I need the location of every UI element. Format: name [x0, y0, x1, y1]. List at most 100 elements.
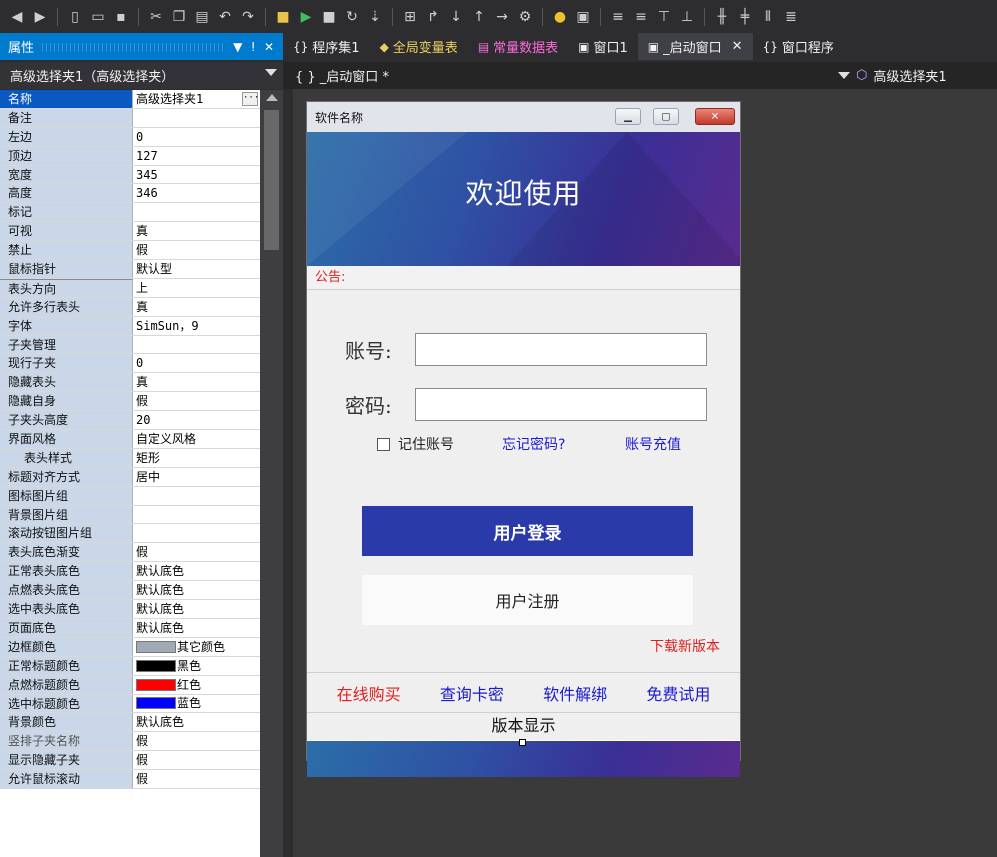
property-value[interactable]: 假	[133, 751, 260, 769]
property-value[interactable]: 0	[133, 128, 260, 146]
forgot-password-link[interactable]: 忘记密码?	[502, 434, 565, 454]
space-v-icon[interactable]: ≣	[782, 8, 800, 26]
back-icon[interactable]: ◀	[8, 8, 26, 26]
property-row[interactable]: 背景颜色 默认底色	[0, 713, 260, 733]
close-icon[interactable]: ✕	[732, 39, 743, 54]
new-icon[interactable]: ▯	[66, 8, 84, 26]
save-icon[interactable]: ▪	[112, 8, 130, 26]
designed-window[interactable]: 软件名称 ▁ ▢ ✕ 欢迎使用 公告: 账号: 密码: 记住账号 忘记密码? 账…	[306, 101, 741, 777]
window-icon[interactable]: ▣	[574, 8, 592, 26]
property-value[interactable]: 默认底色	[133, 619, 260, 637]
property-value[interactable]: 假	[133, 392, 260, 410]
property-row[interactable]: 子夹头高度 20	[0, 411, 260, 431]
property-value[interactable]: 假	[133, 732, 260, 750]
property-value[interactable]: 蓝色	[133, 695, 260, 713]
close-icon[interactable]: ✕	[264, 40, 274, 54]
property-row[interactable]: 图标图片组	[0, 486, 260, 506]
step-icon[interactable]: ↓	[447, 8, 465, 26]
property-row[interactable]: 正常表头底色 默认底色	[0, 562, 260, 582]
property-row[interactable]: 可视真	[0, 222, 260, 242]
deploy-icon[interactable]: ⇣	[366, 8, 384, 26]
step-out-icon[interactable]: ↑	[470, 8, 488, 26]
space-h-icon[interactable]: ⦀	[759, 8, 777, 26]
forward-icon[interactable]: ▶	[31, 8, 49, 26]
property-value[interactable]: 默认底色	[133, 713, 260, 731]
property-value[interactable]: 默认型	[133, 260, 260, 278]
debug-icon[interactable]: ⚙	[516, 8, 534, 26]
property-row[interactable]: 显示隐藏子夹假	[0, 751, 260, 771]
free-trial-link[interactable]: 免费试用	[646, 681, 710, 705]
ellipsis-button[interactable]: ···	[242, 91, 259, 106]
align-left-icon[interactable]: ≡	[609, 8, 627, 26]
password-input[interactable]	[415, 388, 707, 421]
property-row[interactable]: 字体 SimSun，9	[0, 316, 260, 336]
property-value[interactable]: 自定义风格	[133, 430, 260, 448]
center-v-icon[interactable]: ╪	[736, 8, 754, 26]
property-row[interactable]: 隐藏表头真	[0, 373, 260, 393]
tab-3[interactable]: ▣ 窗口1	[568, 33, 638, 60]
tab-4[interactable]: ▣ _启动窗口 ✕	[637, 33, 753, 60]
property-row[interactable]: 高度 346	[0, 184, 260, 204]
property-row[interactable]: 表头底色渐变假	[0, 543, 260, 563]
object-selector[interactable]: 高级选择夹1（高级选择夹）	[0, 62, 283, 89]
center-h-icon[interactable]: ╫	[713, 8, 731, 26]
resize-handle[interactable]	[519, 739, 526, 746]
property-value[interactable]	[133, 336, 260, 354]
property-row[interactable]: 子夹管理	[0, 335, 260, 355]
property-value[interactable]: 真	[133, 298, 260, 316]
run-icon[interactable]: ▶	[297, 8, 315, 26]
property-row[interactable]: 现行子夹 0	[0, 354, 260, 374]
bulb-icon[interactable]: ●	[551, 8, 569, 26]
property-row[interactable]: 正常标题颜色 黑色	[0, 656, 260, 676]
align-top-icon[interactable]: ⊤	[655, 8, 673, 26]
remember-checkbox[interactable]: 记住账号	[377, 434, 454, 454]
unbind-link[interactable]: 软件解绑	[543, 681, 607, 705]
login-button[interactable]: 用户登录	[362, 506, 693, 556]
property-row[interactable]: 点燃表头底色 默认底色	[0, 581, 260, 601]
property-row[interactable]: 背景图片组	[0, 505, 260, 525]
property-row[interactable]: 顶边 127	[0, 146, 260, 166]
property-value[interactable]: 真	[133, 373, 260, 391]
pin-icon[interactable]: ⵑ	[251, 40, 255, 54]
property-value[interactable]: 默认底色	[133, 581, 260, 599]
buy-online-link[interactable]: 在线购买	[337, 681, 401, 705]
property-value[interactable]: 居中	[133, 468, 260, 486]
scroll-thumb[interactable]	[264, 110, 279, 250]
property-value[interactable]	[133, 506, 260, 524]
property-row[interactable]: 标题对齐方式 居中	[0, 467, 260, 487]
scroll-up-icon[interactable]	[266, 94, 278, 101]
property-value[interactable]: 假	[133, 241, 260, 259]
color-swatch[interactable]	[136, 659, 176, 672]
property-row[interactable]: 允许多行表头真	[0, 297, 260, 317]
control-selector[interactable]: ⬡ 高级选择夹1	[838, 66, 947, 85]
property-value[interactable]: SimSun，9	[133, 317, 260, 335]
property-value[interactable]: 0	[133, 354, 260, 372]
color-swatch[interactable]	[136, 678, 176, 691]
property-value[interactable]: 345	[133, 166, 260, 184]
layout-icon[interactable]: ⊞	[401, 8, 419, 26]
property-value[interactable]	[133, 203, 260, 221]
property-row[interactable]: 边框颜色 其它颜色	[0, 637, 260, 657]
chevron-down-icon[interactable]	[838, 72, 850, 79]
align-icon[interactable]: ↱	[424, 8, 442, 26]
property-value[interactable]: 127	[133, 147, 260, 165]
property-row[interactable]: 宽度 345	[0, 165, 260, 185]
minimize-button[interactable]: ▁	[615, 108, 641, 125]
recharge-link[interactable]: 账号充值	[625, 434, 681, 454]
property-row[interactable]: 左边 0	[0, 127, 260, 147]
property-row[interactable]: 界面风格 自定义风格	[0, 430, 260, 449]
download-link[interactable]: 下载新版本	[650, 636, 720, 656]
property-row[interactable]: 隐藏自身假	[0, 392, 260, 412]
property-value[interactable]: 高级选择夹1 ···	[133, 90, 260, 108]
chevron-down-icon[interactable]: ▼	[233, 40, 242, 54]
property-value[interactable]: 真	[133, 222, 260, 240]
property-value[interactable]: 上	[133, 279, 260, 297]
align-right-icon[interactable]: ≡	[632, 8, 650, 26]
tab-0[interactable]: {} 程序集1	[283, 33, 370, 60]
close-button[interactable]: ✕	[695, 108, 735, 125]
query-card-link[interactable]: 查询卡密	[440, 681, 504, 705]
property-row[interactable]: 选中标题颜色 蓝色	[0, 694, 260, 714]
property-value[interactable]	[133, 109, 260, 127]
property-row[interactable]: 选中表头底色 默认底色	[0, 600, 260, 619]
property-row[interactable]: 名称 高级选择夹1 ···	[0, 90, 260, 109]
